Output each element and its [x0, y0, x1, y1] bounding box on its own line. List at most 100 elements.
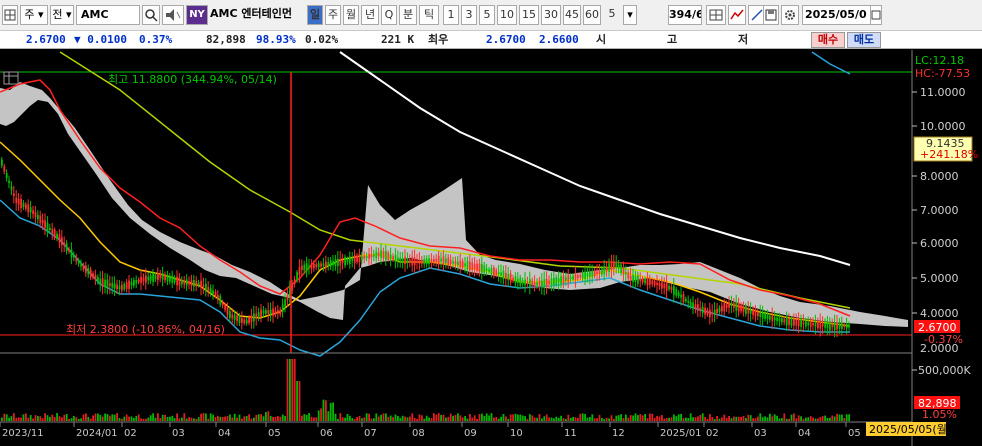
period-30[interactable]: 30: [541, 5, 561, 25]
period-year[interactable]: 년: [361, 5, 379, 25]
candle-body: [166, 274, 169, 282]
candle-body: [140, 277, 142, 283]
candle-body: [135, 279, 138, 284]
volume-bar: [10, 416, 13, 421]
volume-bar: [305, 414, 308, 421]
period-quarter[interactable]: Q: [381, 5, 397, 25]
volume-bar: [557, 417, 560, 421]
candle-body: [193, 279, 195, 287]
candle-body: [344, 256, 346, 266]
volume-bar: [29, 415, 32, 421]
indicator-icon[interactable]: [728, 5, 746, 25]
volume-bar: [113, 414, 116, 421]
candle-body: [617, 264, 620, 269]
volume-bar: [250, 418, 253, 421]
stock-code-input[interactable]: AMC: [76, 5, 140, 25]
volume-bar: [454, 415, 457, 421]
candle-body: [329, 260, 332, 267]
candle-body: [243, 319, 246, 324]
exchange-select[interactable]: 전 ▾: [50, 5, 74, 25]
grid-menu-icon[interactable]: [2, 5, 18, 25]
period-custom-value[interactable]: 5: [603, 5, 621, 25]
period-45[interactable]: 45: [563, 5, 581, 25]
period-3[interactable]: 3: [461, 5, 477, 25]
quote-bar: 2.6700 ▼ 0.0100 0.37% 82,898 98.93% 0.02…: [0, 31, 982, 49]
candle-body: [133, 279, 135, 286]
candle-body: [253, 313, 255, 322]
volume-bar: [745, 418, 747, 421]
candle-body: [605, 266, 608, 272]
candle-body: [819, 321, 822, 329]
candle-body: [353, 255, 356, 264]
speaker-icon[interactable]: [162, 5, 184, 25]
date-input[interactable]: 2025/05/0: [802, 5, 872, 25]
search-icon[interactable]: [142, 5, 160, 25]
volume-bar: [176, 413, 178, 421]
volume-bar: [25, 413, 27, 421]
market-type-select[interactable]: 주 ▾: [20, 5, 48, 25]
volume-bar: [281, 414, 284, 421]
volume-bar: [601, 417, 603, 421]
candle-body: [80, 263, 82, 267]
settings-gear-icon[interactable]: [781, 5, 799, 25]
candle-body: [389, 254, 392, 260]
grid-icon[interactable]: [706, 5, 726, 25]
volume-bar: [397, 415, 399, 421]
sell-button[interactable]: 매도: [847, 32, 881, 48]
period-minute[interactable]: 분: [399, 5, 417, 25]
candle-body: [118, 286, 121, 290]
period-dropdown-icon[interactable]: ▾: [623, 5, 637, 25]
volume-bar: [356, 417, 358, 421]
period-5[interactable]: 5: [479, 5, 495, 25]
candle-body: [394, 254, 397, 262]
period-week[interactable]: 주: [325, 5, 341, 25]
volume-bar: [272, 416, 274, 421]
candle-body: [764, 313, 766, 319]
candle-body: [718, 307, 721, 312]
period-15[interactable]: 15: [519, 5, 539, 25]
volume-bar: [339, 413, 342, 421]
save-icon[interactable]: [763, 5, 779, 25]
volume-bar: [507, 418, 510, 421]
candle-body: [358, 254, 361, 263]
price-chart[interactable]: 최고 11.8800 (344.94%, 05/14) 최저 2.3800 (-…: [0, 50, 982, 446]
period-tick[interactable]: 틱: [419, 5, 439, 25]
candle-body: [509, 273, 512, 283]
candle-body: [1, 159, 3, 166]
candle-body: [157, 273, 159, 281]
volume-bar: [51, 414, 54, 421]
candle-body: [406, 258, 409, 264]
volume-bar: [77, 418, 80, 421]
volume-bar: [826, 418, 829, 421]
candle-body: [305, 263, 308, 272]
candle-body: [20, 199, 22, 208]
candle-body: [428, 258, 430, 265]
candle-body: [181, 279, 183, 285]
volume-bar: [411, 413, 414, 421]
candle-body: [632, 274, 634, 283]
volume-bar: [622, 417, 625, 421]
candle-body: [260, 309, 262, 317]
candle-body: [601, 268, 603, 275]
volume-bar: [809, 416, 812, 421]
period-month[interactable]: 월: [343, 5, 359, 25]
period-day[interactable]: 일: [307, 5, 323, 25]
candle-body: [776, 317, 778, 322]
volume-bar: [769, 413, 771, 421]
candle-body: [123, 283, 126, 290]
period-1[interactable]: 1: [443, 5, 459, 25]
period-10[interactable]: 10: [497, 5, 517, 25]
volume-bar: [428, 417, 430, 421]
candle-body: [320, 263, 322, 267]
candle-body: [704, 307, 706, 315]
period-60[interactable]: 60: [583, 5, 601, 25]
candle-body: [401, 258, 404, 263]
calendar-icon[interactable]: [870, 5, 882, 25]
candle-body: [296, 272, 298, 281]
volume-bar: [121, 418, 123, 421]
volume-bar: [152, 413, 154, 421]
buy-button[interactable]: 매수: [811, 32, 845, 48]
volume-bar: [145, 418, 147, 421]
volume-bar: [567, 414, 570, 421]
volume-bar: [313, 417, 315, 421]
